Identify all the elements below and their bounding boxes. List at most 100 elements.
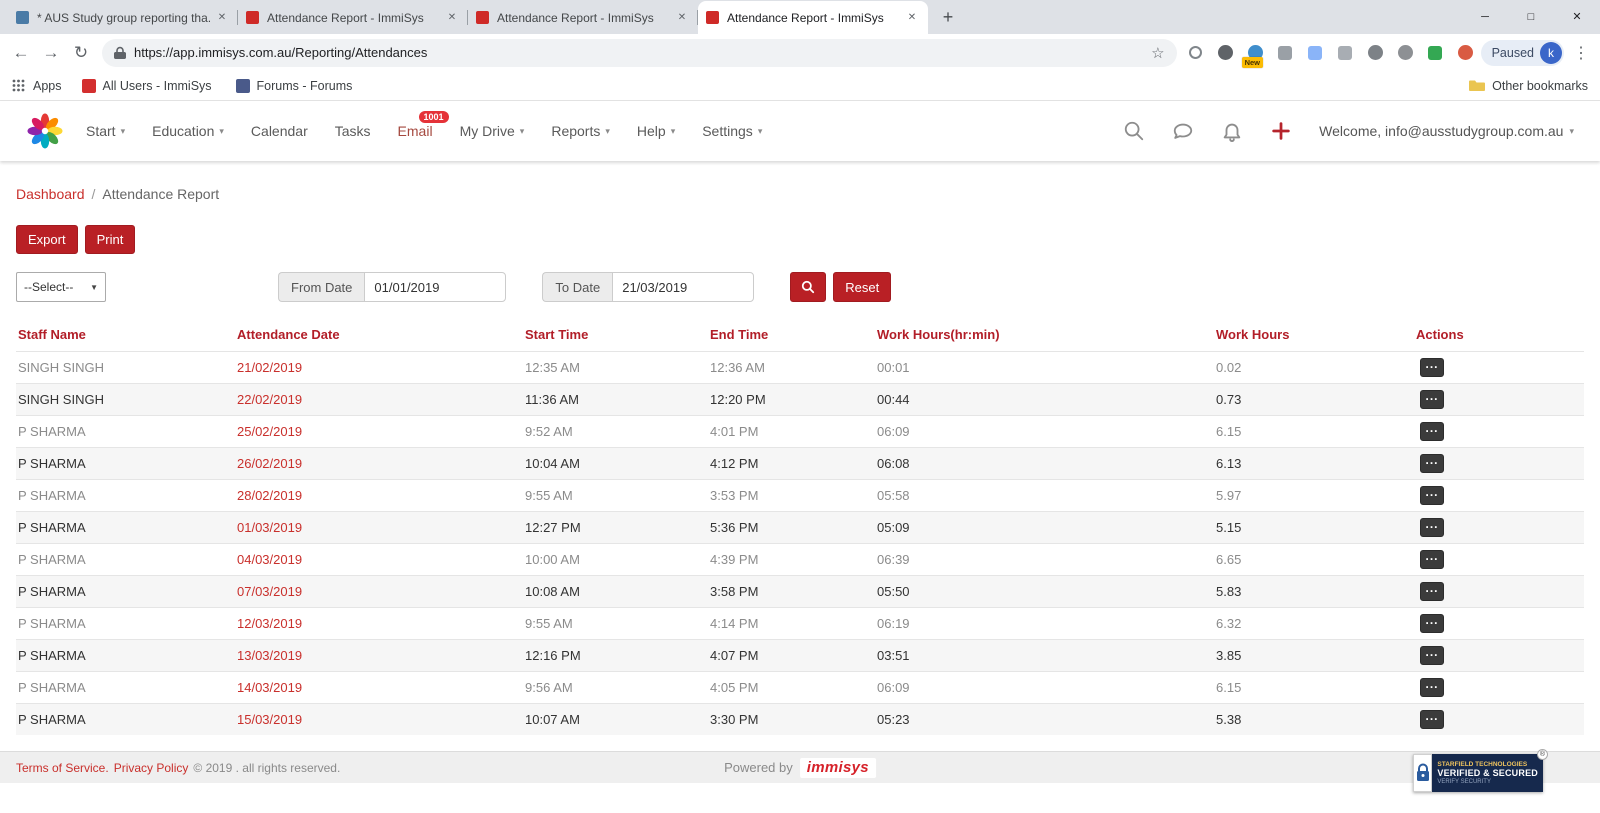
attendance-date-link[interactable]: 07/03/2019 (235, 584, 523, 599)
attendance-date-link[interactable]: 25/02/2019 (235, 424, 523, 439)
nav-item-label: Calendar (251, 123, 308, 139)
attendance-date-link[interactable]: 14/03/2019 (235, 680, 523, 695)
minimize-button[interactable]: ─ (1462, 0, 1508, 33)
verified-secured-seal[interactable]: STARFIELD TECHNOLOGIES VERIFIED & SECURE… (1413, 754, 1543, 792)
attendance-date-link[interactable]: 01/03/2019 (235, 520, 523, 535)
attendance-date-link[interactable]: 04/03/2019 (235, 552, 523, 567)
refresh-button[interactable]: ↻ (66, 38, 96, 68)
print-button[interactable]: Print (85, 225, 136, 254)
nav-item-education[interactable]: Education▾ (152, 123, 224, 139)
extension-ring[interactable] (1187, 44, 1204, 61)
account-menu[interactable]: Welcome, info@ausstudygroup.com.au ▾ (1319, 123, 1574, 139)
attendance-date-link[interactable]: 22/02/2019 (235, 392, 523, 407)
extension-gear[interactable] (1367, 44, 1384, 61)
column-header[interactable]: Work Hours (1214, 327, 1414, 342)
row-actions-button[interactable]: ... (1420, 678, 1444, 697)
breadcrumb-dashboard-link[interactable]: Dashboard (16, 186, 85, 202)
close-window-button[interactable]: ✕ (1554, 0, 1600, 33)
nav-item-help[interactable]: Help▾ (637, 123, 675, 139)
export-button[interactable]: Export (16, 225, 78, 254)
row-actions-button[interactable]: ... (1420, 646, 1444, 665)
back-button[interactable]: ← (6, 38, 36, 68)
nav-item-calendar[interactable]: Calendar (251, 123, 308, 139)
extension-grid[interactable] (1337, 44, 1354, 61)
row-actions-button[interactable]: ... (1420, 518, 1444, 537)
notifications-bell-icon[interactable] (1221, 120, 1243, 142)
nav-item-start[interactable]: Start▾ (86, 123, 125, 139)
staff-select-dropdown[interactable]: --Select-- ▼ (16, 272, 106, 302)
browser-menu-button[interactable]: ⋮ (1568, 40, 1594, 66)
column-header[interactable]: Actions (1414, 327, 1584, 342)
extension-new[interactable]: New (1247, 44, 1264, 61)
row-actions-button[interactable]: ... (1420, 390, 1444, 409)
chat-icon[interactable] (1172, 120, 1194, 142)
row-actions-button[interactable]: ... (1420, 422, 1444, 441)
extension-colorful[interactable] (1457, 44, 1474, 61)
row-actions-button[interactable]: ... (1420, 454, 1444, 473)
extension-dark[interactable] (1217, 44, 1234, 61)
tab-close-icon[interactable]: ✕ (674, 10, 690, 26)
extension-green[interactable] (1427, 44, 1444, 61)
row-actions-button[interactable]: ... (1420, 614, 1444, 633)
to-date-input[interactable] (612, 272, 754, 302)
tab-close-icon[interactable]: ✕ (444, 10, 460, 26)
bookmark-item[interactable]: All Users - ImmiSys (82, 79, 212, 93)
extension-doc[interactable] (1307, 44, 1324, 61)
extension-keyboard[interactable] (1277, 44, 1294, 61)
bookmark-star-icon[interactable]: ☆ (1151, 44, 1164, 62)
search-button[interactable] (790, 272, 826, 302)
column-header[interactable]: Work Hours(hr:min) (875, 327, 1214, 342)
staff-name-cell: P SHARMA (16, 680, 235, 695)
row-actions-button[interactable]: ... (1420, 582, 1444, 601)
new-tab-button[interactable]: + (934, 3, 962, 31)
column-header[interactable]: Start Time (523, 327, 708, 342)
column-header[interactable]: End Time (708, 327, 875, 342)
from-date-input[interactable] (364, 272, 506, 302)
browser-tab[interactable]: Attendance Report - ImmiSys✕ (468, 1, 698, 34)
start-time-cell: 12:16 PM (523, 648, 708, 663)
immisys-footer-logo[interactable]: immisys (800, 758, 876, 778)
attendance-date-link[interactable]: 15/03/2019 (235, 712, 523, 727)
column-header[interactable]: Attendance Date (235, 327, 523, 342)
attendance-date-link[interactable]: 26/02/2019 (235, 456, 523, 471)
immisys-logo[interactable] (26, 112, 64, 150)
row-actions-button[interactable]: ... (1420, 550, 1444, 569)
nav-item-settings[interactable]: Settings▾ (702, 123, 762, 139)
new-badge: New (1242, 57, 1263, 68)
url-text: https://app.immisys.com.au/Reporting/Att… (134, 45, 1151, 60)
attendance-date-link[interactable]: 12/03/2019 (235, 616, 523, 631)
other-bookmarks-button[interactable]: Other bookmarks (1469, 79, 1588, 93)
sync-paused-button[interactable]: Paused k (1481, 40, 1564, 66)
browser-tab[interactable]: Attendance Report - ImmiSys✕ (698, 1, 928, 34)
nav-item-email[interactable]: Email1001 (398, 123, 433, 139)
nav-item-tasks[interactable]: Tasks (335, 123, 371, 139)
attendance-date-link[interactable]: 21/02/2019 (235, 360, 523, 375)
add-plus-icon[interactable] (1270, 120, 1292, 142)
tab-close-icon[interactable]: ✕ (214, 10, 230, 26)
apps-shortcut[interactable]: Apps (12, 79, 62, 93)
nav-item-reports[interactable]: Reports▾ (551, 123, 610, 139)
maximize-button[interactable]: □ (1508, 0, 1554, 33)
extension-camera[interactable] (1397, 44, 1414, 61)
nav-item-my-drive[interactable]: My Drive▾ (460, 123, 525, 139)
forward-button[interactable]: → (36, 38, 66, 68)
attendance-date-link[interactable]: 13/03/2019 (235, 648, 523, 663)
tab-favicon-icon (706, 11, 719, 24)
work-hours-hrmin-cell: 05:50 (875, 584, 1214, 599)
terms-link[interactable]: Terms of Service. (16, 761, 109, 775)
staff-name-cell: P SHARMA (16, 552, 235, 567)
row-actions-button[interactable]: ... (1420, 486, 1444, 505)
address-bar[interactable]: https://app.immisys.com.au/Reporting/Att… (102, 39, 1177, 67)
bookmark-item[interactable]: Forums - Forums (236, 79, 353, 93)
privacy-link[interactable]: Privacy Policy (114, 761, 189, 775)
attendance-date-link[interactable]: 28/02/2019 (235, 488, 523, 503)
row-actions-button[interactable]: ... (1420, 710, 1444, 729)
row-actions-button[interactable]: ... (1420, 358, 1444, 377)
column-header[interactable]: Staff Name (16, 327, 235, 342)
browser-tab[interactable]: * AUS Study group reporting tha...✕ (8, 1, 238, 34)
browser-tab[interactable]: Attendance Report - ImmiSys✕ (238, 1, 468, 34)
search-icon[interactable] (1123, 120, 1145, 142)
breadcrumb: Dashboard/Attendance Report (16, 186, 1584, 202)
reset-button[interactable]: Reset (833, 272, 891, 302)
tab-close-icon[interactable]: ✕ (904, 10, 920, 26)
